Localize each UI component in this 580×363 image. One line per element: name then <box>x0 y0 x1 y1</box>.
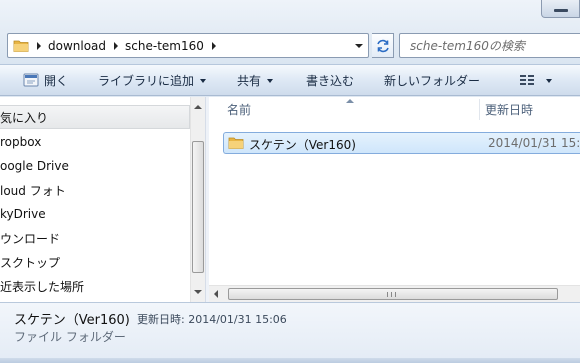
nav-item-label: ropbox <box>0 135 42 149</box>
column-header-name[interactable]: 名前 <box>227 97 251 122</box>
column-header-name-label: 名前 <box>227 103 252 117</box>
column-separator[interactable] <box>479 99 480 120</box>
details-name: スケテン（Ver160) <box>14 313 130 328</box>
nav-item-favorites[interactable]: 気に入り <box>0 105 190 129</box>
window-chrome: download sche-tem160 sche-tem160の検索 <box>0 0 580 64</box>
add-to-library-label: ライブラリに追加 <box>98 73 195 88</box>
search-input[interactable]: sche-tem160の検索 <box>399 33 580 58</box>
nav-item-label: スクトップ <box>0 255 61 270</box>
horizontal-scrollbar[interactable] <box>209 285 580 302</box>
nav-item-skydrive[interactable]: kyDrive <box>0 202 190 226</box>
burn-button[interactable]: 書き込む <box>306 65 354 95</box>
minimize-icon <box>554 9 568 12</box>
file-row[interactable]: スケテン（Ver160) 2014/01/31 15:06 <box>223 132 580 154</box>
nav-item-label: oogle Drive <box>0 159 69 173</box>
nav-item-downloads[interactable]: ウンロード <box>0 226 190 250</box>
chevron-down-icon <box>546 79 552 83</box>
nav-item-google-drive[interactable]: oogle Drive <box>0 154 190 178</box>
file-list: 名前 更新日時 スケテン（Ver160) 2014/01/31 15:06 <box>209 97 580 302</box>
command-toolbar: 開く ライブラリに追加 共有 書き込む 新しいフォルダー <box>0 64 580 96</box>
details-modified: 更新日時: 2014/01/31 15:06 <box>137 313 287 326</box>
breadcrumb-download[interactable]: download <box>48 39 106 53</box>
new-folder-button[interactable]: 新しいフォルダー <box>384 65 480 95</box>
nav-scrollbar[interactable] <box>190 97 205 302</box>
view-options-button[interactable] <box>520 65 552 95</box>
folder-icon <box>13 38 29 54</box>
sort-ascending-icon <box>346 99 354 103</box>
refresh-icon <box>376 39 389 52</box>
nav-item-recent-places[interactable]: 近表示した場所 <box>0 274 190 298</box>
column-header-date[interactable]: 更新日時 <box>485 97 533 122</box>
nav-scroll-thumb[interactable] <box>192 141 204 273</box>
breadcrumb-separator-icon[interactable] <box>211 41 216 50</box>
details-type: ファイル フォルダー <box>14 330 126 344</box>
refresh-button[interactable] <box>372 33 394 58</box>
file-modified-date: 2014/01/31 15:06 <box>488 136 580 150</box>
open-icon <box>23 73 39 87</box>
scroll-down-icon[interactable] <box>194 290 202 294</box>
file-name: スケテン（Ver160) <box>249 138 356 152</box>
nav-item-icloud-photos[interactable]: loud フォト <box>0 178 190 202</box>
burn-label: 書き込む <box>306 73 355 88</box>
view-list-icon <box>520 75 534 85</box>
nav-item-label: loud フォト <box>0 183 66 198</box>
grip-icon <box>387 292 396 297</box>
scroll-left-icon[interactable] <box>214 290 218 298</box>
nav-item-desktop[interactable]: スクトップ <box>0 250 190 274</box>
breadcrumb-separator-icon[interactable] <box>37 41 41 50</box>
add-to-library-button[interactable]: ライブラリに追加 <box>98 65 207 95</box>
nav-item-label: 気に入り <box>0 110 49 125</box>
horizontal-scroll-thumb[interactable] <box>228 288 558 300</box>
navigation-pane: 気に入り ropbox oogle Drive loud フォト kyDrive… <box>0 97 205 302</box>
nav-item-dropbox[interactable]: ropbox <box>0 130 190 154</box>
address-dropdown-icon[interactable] <box>355 44 363 48</box>
column-header-date-label: 更新日時 <box>485 103 534 117</box>
share-button[interactable]: 共有 <box>237 65 274 95</box>
breadcrumb: download sche-tem160 <box>29 34 223 57</box>
search-placeholder: sche-tem160の検索 <box>410 39 525 53</box>
share-label: 共有 <box>237 73 262 88</box>
breadcrumb-sche-tem160[interactable]: sche-tem160 <box>125 39 204 53</box>
chevron-down-icon <box>267 79 274 83</box>
nav-item-label: 近表示した場所 <box>0 279 85 294</box>
chevron-down-icon <box>200 79 207 83</box>
new-folder-label: 新しいフォルダー <box>384 73 481 88</box>
address-bar[interactable]: download sche-tem160 <box>7 33 369 58</box>
open-button[interactable]: 開く <box>23 65 68 95</box>
scroll-up-icon[interactable] <box>194 105 202 109</box>
minimize-button[interactable] <box>541 0 580 18</box>
folder-icon <box>228 137 244 149</box>
nav-item-label: kyDrive <box>0 207 46 221</box>
window-bottom-border <box>0 358 580 363</box>
nav-item-label: ウンロード <box>0 231 61 246</box>
details-pane: スケテン（Ver160) 更新日時: 2014/01/31 15:06 ファイル… <box>0 302 580 363</box>
open-label: 開く <box>44 73 69 88</box>
breadcrumb-separator-icon[interactable] <box>114 41 119 50</box>
